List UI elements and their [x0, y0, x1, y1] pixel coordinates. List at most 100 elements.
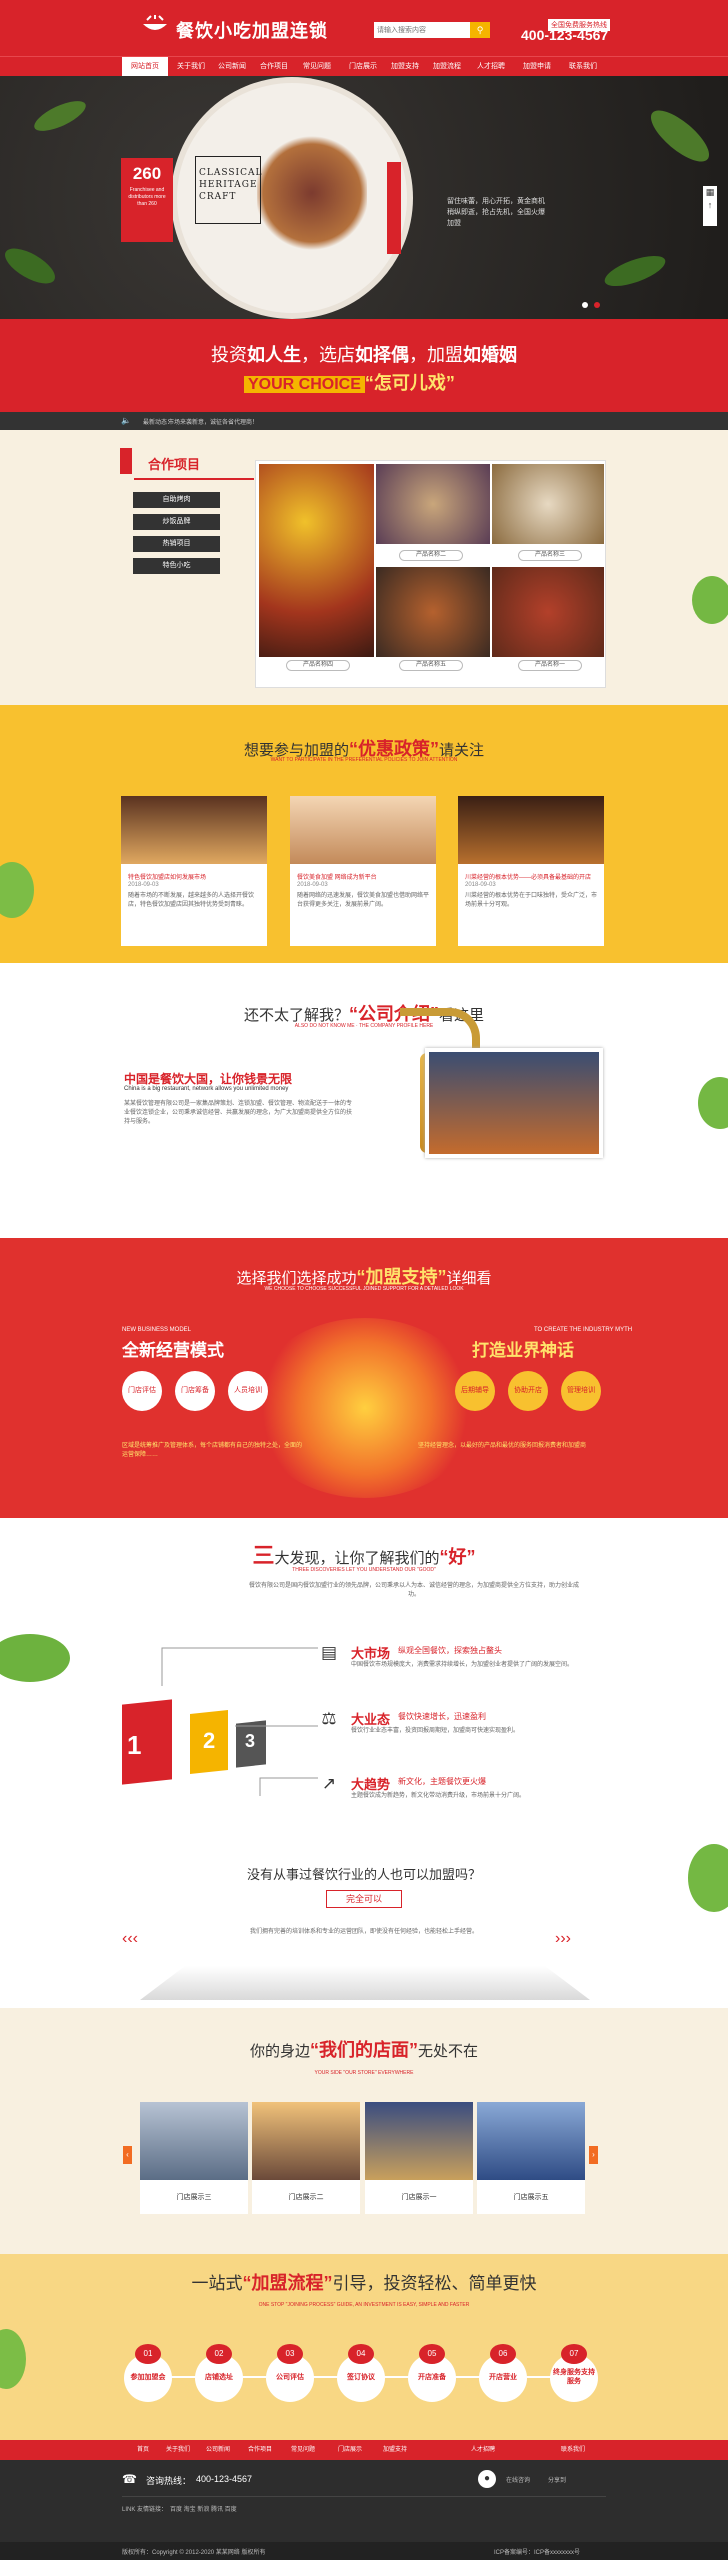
- chevron-right-icon[interactable]: ›: [589, 2146, 598, 2164]
- coop-button[interactable]: 特色小吃: [133, 558, 220, 574]
- nav-item-news[interactable]: 公司新闻: [209, 57, 255, 77]
- nav-item-home[interactable]: 网站首页: [122, 57, 168, 77]
- card-title[interactable]: 特色餐饮加盟店如何发展市场: [128, 872, 206, 881]
- phone-icon: ☎: [122, 2472, 137, 2486]
- slide-dot[interactable]: [582, 302, 588, 308]
- copyright-bar: [0, 2542, 728, 2560]
- faq-answer-button[interactable]: 完全可以: [326, 1890, 402, 1908]
- slogan-line-2: YOUR CHOICE “怎可儿戏”: [244, 369, 455, 395]
- policy-card[interactable]: 餐饮美食加盟 网络成为新平台 2018-09-03 随着网络的迅速发展，餐饮美食…: [290, 796, 436, 946]
- notice-text[interactable]: 市场来袭新意，诚征各省代理商！: [168, 417, 258, 426]
- store-label: 门店展示二: [288, 2194, 324, 2201]
- support-left-en: NEW BUSINESS MODEL: [122, 1327, 192, 1333]
- product-label[interactable]: 产品名称二: [399, 550, 463, 561]
- chevron-right-icon[interactable]: ›››: [555, 1930, 571, 1948]
- main-nav: 网站首页 关于我们 公司新闻 合作项目 常见问题 门店展示 加盟支持 加盟流程 …: [0, 56, 728, 77]
- process-step[interactable]: 04 签订协议: [337, 2344, 385, 2402]
- process-step[interactable]: 01 参加加盟会: [124, 2344, 172, 2402]
- coop-title: 合作项目: [134, 454, 254, 480]
- support-left-text: 区域是统筹推广及管理体系，每个店铺都有自己的独特之处，全面的运营保障……: [122, 1443, 303, 1458]
- store-card[interactable]: 门店展示一: [365, 2102, 473, 2214]
- nav-item-support[interactable]: 加盟支持: [382, 57, 428, 77]
- friend-links[interactable]: 百度 淘宝 新浪 腾讯 百度: [170, 2504, 237, 2513]
- footer-hotline: 400-123-4567: [196, 2474, 253, 2484]
- leaf-icon: [604, 255, 666, 287]
- product-image[interactable]: [492, 464, 604, 544]
- process-step[interactable]: 07 终身服务支持服务: [550, 2344, 598, 2402]
- card-title[interactable]: 川菜经营的根本优势——必须具备最基础的开店: [465, 872, 591, 881]
- chevron-left-icon[interactable]: ‹‹‹: [122, 1930, 138, 1948]
- support-circle[interactable]: 人员培训: [228, 1371, 268, 1411]
- nav-item-jobs[interactable]: 人才招聘: [468, 57, 514, 77]
- chevron-left-icon[interactable]: ‹: [123, 2146, 132, 2164]
- store-label: 门店展示三: [176, 2194, 212, 2201]
- intro-subtitle: ALSO DO NOT KNOW ME · THE COMPANY PROFIL…: [294, 1023, 434, 1029]
- coop-button[interactable]: 自助烤肉: [133, 492, 220, 508]
- nav-item-apply[interactable]: 加盟申请: [514, 57, 560, 77]
- support-circle[interactable]: 门店评估: [122, 1371, 162, 1411]
- nav-item-contact[interactable]: 联系我们: [560, 57, 606, 77]
- support-circle[interactable]: 后期辅导: [455, 1371, 495, 1411]
- store-card[interactable]: 门店展示二: [252, 2102, 360, 2214]
- three-intro: 餐饮有限公司是国内餐饮加盟行业的领先品牌，公司秉承以人为本、诚信经营的理念，为加…: [248, 1583, 579, 1598]
- process-step[interactable]: 03 公司评估: [266, 2344, 314, 2402]
- footer-nav-item[interactable]: 加盟支持: [370, 2440, 420, 2460]
- row-sub: 新文化，主题餐饮更火爆: [398, 1777, 486, 1786]
- footer-nav-item[interactable]: 联系我们: [548, 2440, 598, 2460]
- nav-item-stores[interactable]: 门店展示: [340, 57, 386, 77]
- back-top-icon[interactable]: ↑: [708, 200, 713, 210]
- coop-button[interactable]: 热销项目: [133, 536, 220, 552]
- support-circle[interactable]: 门店筹备: [175, 1371, 215, 1411]
- row-text: 中国餐饮市场规模庞大，消费需求持续增长，为加盟创业者提供了广阔的发展空间。: [351, 1662, 574, 1668]
- footer-divider: [122, 2496, 606, 2497]
- search-button[interactable]: ⚲: [470, 22, 490, 38]
- support-left-title: 全新经营模式: [122, 1341, 224, 1360]
- process-section: 一站式“加盟流程”引导，投资轻松、简单更快 ONE STOP "JOINING …: [0, 2254, 728, 2440]
- search-input[interactable]: [374, 22, 470, 38]
- process-step[interactable]: 05 开店准备: [408, 2344, 456, 2402]
- icp[interactable]: ICP备案编号：ICP备xxxxxxxx号: [494, 2547, 580, 2556]
- process-step[interactable]: 02 店铺选址: [195, 2344, 243, 2402]
- hero-banner[interactable]: CLASSICAL HERITAGE CRAFT 260 Franchisee …: [0, 76, 728, 319]
- product-label[interactable]: 产品名称一: [518, 660, 582, 671]
- product-image[interactable]: [376, 567, 490, 657]
- stores-title: 你的身边“我们的店面”无处不在: [249, 2040, 479, 2060]
- footer: ☎ 咨询热线： 400-123-4567 ● 在线咨询 分享到 LINK 友情链…: [0, 2460, 728, 2560]
- nav-item-projects[interactable]: 合作项目: [251, 57, 297, 77]
- side-toolbar[interactable]: ▦ ↑: [703, 186, 717, 226]
- row-text: 餐饮行业业态丰富，投资回报周期短，加盟商可快速实现盈利。: [351, 1728, 520, 1734]
- footer-nav-item[interactable]: 常见问题: [278, 2440, 328, 2460]
- policy-card[interactable]: 特色餐饮加盟店如何发展市场 2018-09-03 随着市场的不断发展，越来越多的…: [121, 796, 267, 946]
- product-image[interactable]: [492, 567, 604, 657]
- product-label[interactable]: 产品名称三: [518, 550, 582, 561]
- support-circle[interactable]: 管理培训: [561, 1371, 601, 1411]
- coop-button[interactable]: 炒饭品牌: [133, 514, 220, 530]
- support-circle[interactable]: 协助开店: [508, 1371, 548, 1411]
- product-label[interactable]: 产品名称四: [286, 660, 350, 671]
- footer-hotline-label: 咨询热线：: [146, 2476, 192, 2486]
- hero-food: [257, 133, 367, 253]
- nav-item-faq[interactable]: 常见问题: [294, 57, 340, 77]
- store-card[interactable]: 门店展示五: [477, 2102, 585, 2214]
- product-label[interactable]: 产品名称五: [399, 660, 463, 671]
- card-title[interactable]: 餐饮美食加盟 网络成为新平台: [297, 872, 377, 881]
- nav-item-process[interactable]: 加盟流程: [424, 57, 470, 77]
- policy-card[interactable]: 川菜经营的根本优势——必须具备最基础的开店 2018-09-03 川菜经营的根本…: [458, 796, 604, 946]
- product-image[interactable]: [376, 464, 490, 544]
- product-image[interactable]: [259, 464, 374, 657]
- footer-nav-item[interactable]: 门店展示: [325, 2440, 375, 2460]
- lettuce-icon: [692, 576, 728, 624]
- leaf-icon: [650, 110, 710, 162]
- process-step[interactable]: 06 开店营业: [479, 2344, 527, 2402]
- nav-item-about[interactable]: 关于我们: [168, 57, 214, 77]
- card-image: [458, 796, 604, 864]
- footer-nav-item[interactable]: 人才招聘: [458, 2440, 508, 2460]
- online-consult[interactable]: 在线咨询: [506, 2475, 530, 2484]
- process-subtitle: ONE STOP "JOINING PROCESS" GUIDE, AN INV…: [258, 2302, 470, 2308]
- qq-icon[interactable]: ●: [478, 2470, 496, 2488]
- share-link[interactable]: 分享到: [548, 2475, 566, 2484]
- slide-dot[interactable]: [594, 302, 600, 308]
- store-card[interactable]: 门店展示三: [140, 2102, 248, 2214]
- qrcode-icon[interactable]: ▦: [706, 187, 715, 197]
- logo-text[interactable]: 餐饮小吃加盟连锁: [176, 17, 328, 43]
